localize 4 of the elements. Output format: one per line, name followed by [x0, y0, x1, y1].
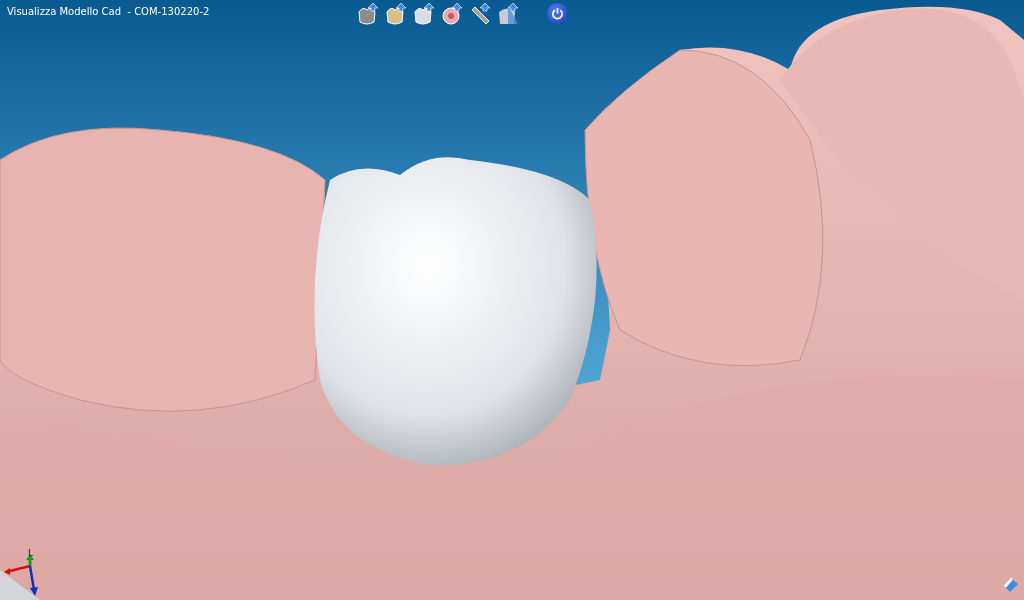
view-cube-icon [1000, 574, 1020, 594]
power-icon [551, 7, 564, 20]
window-title: Visualizza Modello Cad - COM-130220-2 [7, 6, 210, 17]
axis-label: L [28, 548, 33, 558]
